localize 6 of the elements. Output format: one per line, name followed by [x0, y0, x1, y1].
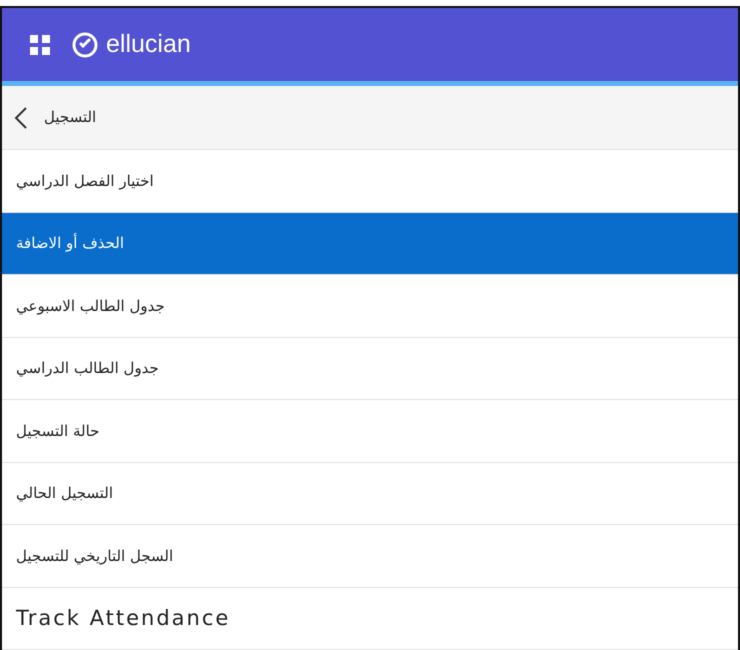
menu-item[interactable]: الحذف أو الاضافة — [2, 212, 738, 275]
apps-grid-icon[interactable] — [30, 34, 50, 54]
section-title: التسجيل — [44, 107, 96, 128]
back-chevron-icon[interactable] — [14, 106, 28, 130]
brand-name: ellucian — [106, 28, 191, 60]
logo-icon — [72, 32, 98, 58]
